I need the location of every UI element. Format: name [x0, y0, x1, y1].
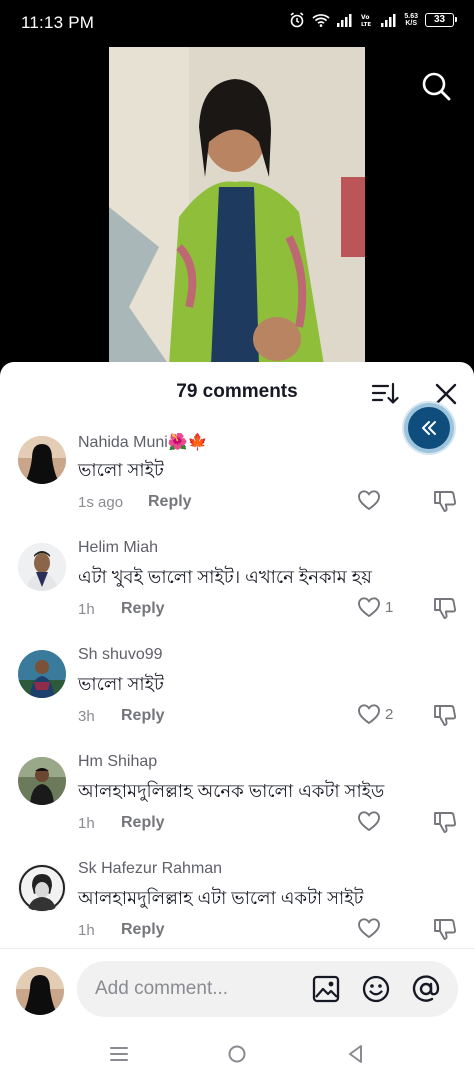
image-icon[interactable]: [311, 974, 341, 1004]
avatar[interactable]: [18, 650, 66, 698]
comment-item: Nahida Muni🌺🍁 ভালো সাইট 1s ago Reply: [0, 432, 474, 539]
comment-item: Sh shuvo99 ভালো সাইট 3h Reply 2: [0, 646, 474, 753]
my-avatar[interactable]: [16, 967, 64, 1015]
comment-text: আলহামদুলিল্লাহ অনেক ভালো একটা সাইড: [78, 781, 385, 801]
comment-input[interactable]: Add comment...: [77, 961, 458, 1017]
network-speed-value: 5.63: [404, 13, 418, 20]
comment-input-placeholder: Add comment...: [95, 978, 229, 999]
heart-icon: [358, 597, 380, 618]
reply-button[interactable]: Reply: [121, 921, 165, 939]
reply-button[interactable]: Reply: [148, 493, 192, 511]
comment-text: ভালো সাইট: [78, 674, 164, 694]
video-player[interactable]: [0, 46, 474, 376]
svg-text:Vo: Vo: [361, 14, 369, 21]
comment-item: Hm Shihap আলহামদুলিল্লাহ অনেক ভালো একটা …: [0, 753, 474, 860]
heart-icon: [358, 704, 380, 725]
comment-item: Helim Miah এটা খুবই ভালো সাইট। এখানে ইনক…: [0, 539, 474, 646]
comment-time: 3h: [78, 708, 95, 725]
dislike-icon[interactable]: [432, 916, 458, 942]
comment-username[interactable]: Sh shuvo99: [78, 646, 163, 664]
comment-text: আলহামদুলিল্লাহ এটা ভালো একটা সাইট: [78, 888, 364, 908]
like-button[interactable]: 1: [357, 596, 393, 618]
status-time: 11:13 PM: [21, 13, 95, 32]
like-button[interactable]: 2: [357, 703, 393, 725]
comment-username[interactable]: Sk Hafezur Rahman: [78, 860, 222, 878]
emoji-icon[interactable]: [361, 974, 391, 1004]
status-bar: 11:13 PM Vo LTE 5.63 K/S 33: [0, 0, 474, 46]
like-count: 2: [385, 705, 394, 723]
comment-time: 1h: [78, 815, 95, 832]
search-icon[interactable]: [420, 70, 452, 102]
dislike-icon[interactable]: [432, 595, 458, 621]
heart-icon: [358, 490, 380, 511]
alarm-icon: [290, 12, 304, 28]
back-icon[interactable]: [345, 1043, 367, 1065]
status-icons: Vo LTE 5.63 K/S 33: [289, 12, 457, 28]
system-nav-bar: [0, 1029, 474, 1080]
dislike-icon[interactable]: [432, 702, 458, 728]
menu-icon[interactable]: [108, 1043, 130, 1065]
comment-time: 1h: [78, 601, 95, 618]
dislike-icon[interactable]: [432, 809, 458, 835]
avatar[interactable]: [18, 757, 66, 805]
like-button[interactable]: [357, 810, 385, 832]
comment-compose-bar: Add comment...: [0, 949, 474, 1029]
battery-indicator: 33: [425, 13, 457, 27]
like-button[interactable]: [357, 917, 385, 939]
comment-text: ভালো সাইট: [78, 460, 164, 480]
reply-button[interactable]: Reply: [121, 814, 165, 832]
heart-icon: [358, 811, 380, 832]
video-thumbnail: [109, 47, 365, 365]
network-speed-unit: K/S: [405, 20, 418, 27]
avatar[interactable]: [18, 436, 66, 484]
mention-icon[interactable]: [411, 974, 441, 1004]
comment-username[interactable]: Nahida Muni🌺🍁: [78, 432, 208, 452]
like-button[interactable]: [357, 489, 385, 511]
comment-time: 1h: [78, 922, 95, 939]
svg-text:LTE: LTE: [361, 22, 371, 27]
avatar[interactable]: [18, 543, 66, 591]
comment-username[interactable]: Hm Shihap: [78, 753, 157, 771]
comment-text: এটা খুবই ভালো সাইট। এখানে ইনকাম হয়: [78, 567, 372, 587]
network-speed: 5.63 K/S: [404, 13, 418, 27]
volte-icon: VoLTE: [361, 14, 371, 27]
signal-icon: [337, 13, 352, 27]
reply-button[interactable]: Reply: [121, 707, 165, 725]
sort-icon[interactable]: [371, 380, 399, 408]
signal-icon-2: [381, 13, 396, 27]
home-icon[interactable]: [226, 1043, 248, 1065]
wifi-icon: [312, 14, 330, 27]
dislike-icon[interactable]: [432, 488, 458, 514]
avatar[interactable]: [18, 864, 66, 912]
reply-button[interactable]: Reply: [121, 600, 165, 618]
like-count: 1: [385, 598, 394, 616]
comment-time: 1s ago: [78, 494, 124, 511]
comments-header: 79 comments: [0, 362, 474, 453]
heart-icon: [358, 918, 380, 939]
comments-count: 79 comments: [176, 381, 298, 402]
comment-username[interactable]: Helim Miah: [78, 539, 158, 557]
